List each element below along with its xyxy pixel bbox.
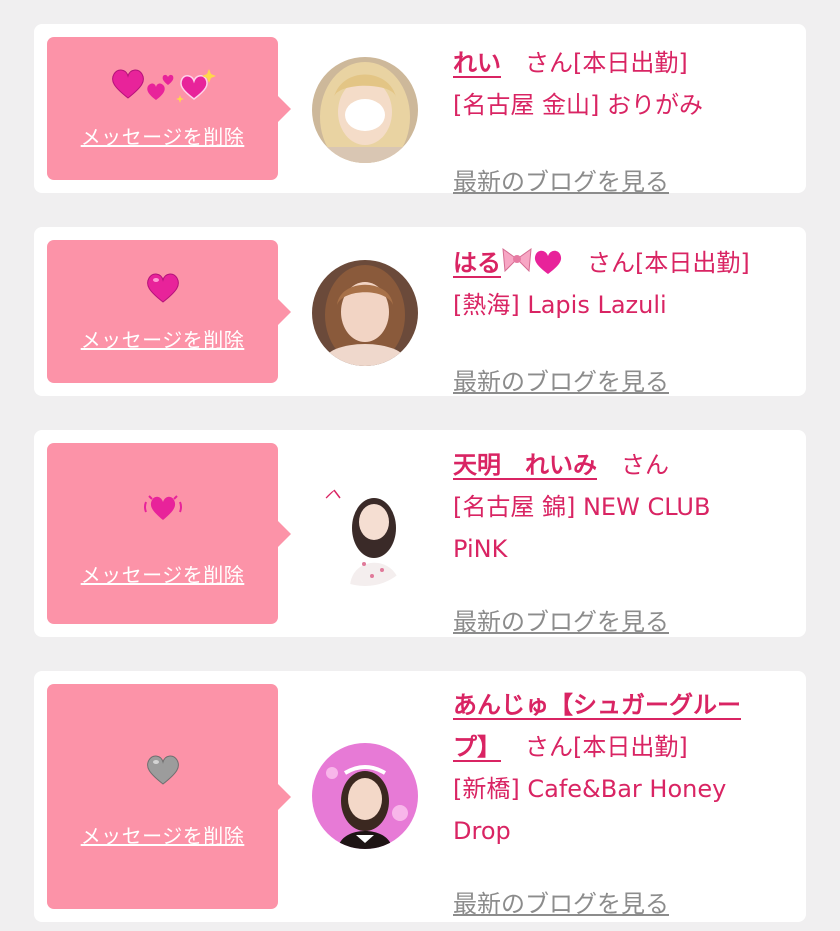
heart-icon bbox=[111, 69, 144, 99]
cast-info: あんじゅ【シュガーグルー プ】 さん[本日出勤] [新橋] Cafe&Bar Ho… bbox=[453, 684, 793, 918]
message-stickers bbox=[47, 65, 278, 105]
cast-name-link[interactable]: れい bbox=[453, 49, 501, 77]
delete-message-link[interactable]: メッセージを削除 bbox=[47, 559, 278, 588]
grey-heart-icon bbox=[146, 755, 179, 785]
avatar[interactable] bbox=[312, 57, 418, 163]
latest-blog-link[interactable]: 最新のブログを見る bbox=[453, 884, 669, 919]
cast-name: はる bbox=[453, 249, 501, 277]
message-bubble: メッセージを削除 bbox=[47, 37, 291, 180]
message-card: メッセージを削除 はる さん[本日出勤] [熱海] Lapis Lazuli 最… bbox=[34, 227, 806, 396]
sparkling-heart-icon bbox=[175, 69, 216, 103]
message-bubble: メッセージを削除 bbox=[47, 684, 291, 909]
message-stickers bbox=[47, 488, 278, 528]
cast-info: 天明 れいみ さん [名古屋 錦] NEW CLUB PiNK 最新のブログを見る bbox=[453, 444, 793, 636]
delete-message-link[interactable]: メッセージを削除 bbox=[47, 324, 278, 353]
cast-shop-continued: Drop bbox=[453, 817, 511, 845]
cast-honorific: さん bbox=[621, 451, 669, 479]
cast-shop: [新橋] Cafe&Bar Honey bbox=[453, 775, 727, 803]
cast-name-link-continued[interactable]: プ】 bbox=[453, 733, 501, 761]
cast-shop: [熱海] Lapis Lazuli bbox=[453, 291, 667, 319]
heart-icon bbox=[534, 250, 562, 274]
heart-icon bbox=[146, 273, 179, 303]
cast-shop: [名古屋 金山] おりがみ bbox=[453, 91, 703, 119]
ribbon-icon bbox=[502, 247, 532, 273]
message-card: メッセージを削除 あんじゅ【シュガーグルー プ】 さん[本日出勤] [新橋] Ca… bbox=[34, 671, 806, 922]
message-bubble: メッセージを削除 bbox=[47, 240, 291, 383]
latest-blog-link[interactable]: 最新のブログを見る bbox=[453, 602, 669, 637]
cast-info: れい さん[本日出勤] [名古屋 金山] おりがみ 最新のブログを見る bbox=[453, 42, 793, 196]
beating-heart-icon bbox=[143, 495, 182, 520]
cast-honorific: さん[本日出勤] bbox=[525, 733, 688, 761]
message-card: メッセージを削除 れい さん[本日出勤] [名古屋 金山] おりがみ 最新のブログ… bbox=[34, 24, 806, 196]
message-card: メッセージを削除 天明 れいみ さん [名古屋 錦] NEW CLUB PiNK … bbox=[34, 430, 806, 637]
cast-honorific: さん[本日出勤] bbox=[587, 249, 750, 277]
two-hearts-icon bbox=[146, 74, 173, 100]
cast-shop: [名古屋 錦] NEW CLUB bbox=[453, 493, 711, 521]
cast-name-link[interactable]: あんじゅ【シュガーグルー bbox=[453, 691, 741, 719]
message-stickers bbox=[47, 268, 278, 308]
cast-name-link[interactable]: 天明 れいみ bbox=[453, 451, 597, 479]
cast-info: はる さん[本日出勤] [熱海] Lapis Lazuli 最新のブログを見る bbox=[453, 242, 793, 396]
delete-message-link[interactable]: メッセージを削除 bbox=[47, 121, 278, 150]
delete-message-link[interactable]: メッセージを削除 bbox=[47, 820, 278, 849]
latest-blog-link[interactable]: 最新のブログを見る bbox=[453, 362, 669, 397]
avatar[interactable] bbox=[312, 480, 418, 586]
message-bubble: メッセージを削除 bbox=[47, 443, 291, 624]
cast-name-link[interactable]: はる bbox=[453, 247, 563, 277]
avatar[interactable] bbox=[312, 260, 418, 366]
latest-blog-link[interactable]: 最新のブログを見る bbox=[453, 162, 669, 197]
avatar[interactable] bbox=[312, 743, 418, 849]
message-stickers bbox=[47, 750, 278, 790]
cast-honorific: さん[本日出勤] bbox=[525, 49, 688, 77]
cast-shop-continued: PiNK bbox=[453, 535, 508, 563]
